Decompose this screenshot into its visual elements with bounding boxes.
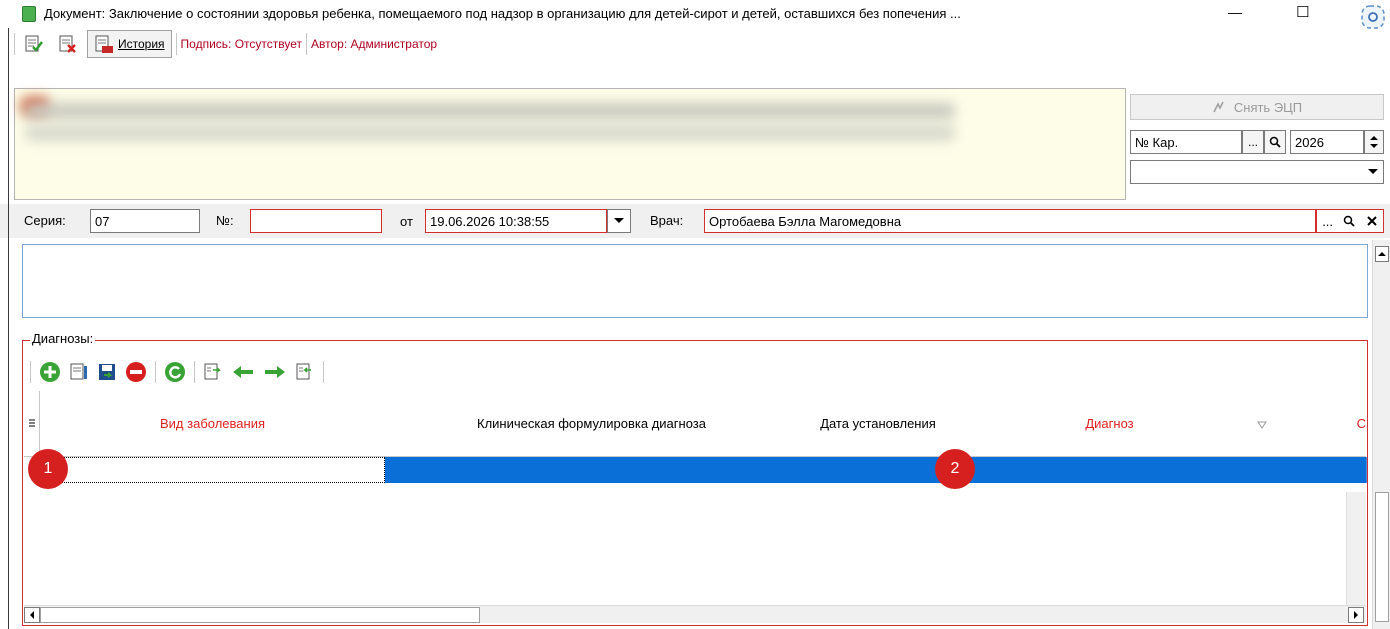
filter-dropdown[interactable] (1130, 160, 1384, 184)
diagnoses-toolbar (30, 356, 324, 388)
chevron-down-icon (614, 218, 624, 223)
history-button[interactable]: История (87, 30, 172, 58)
diagnosis-label: Диагноз (1085, 416, 1134, 431)
updown-icon (1370, 136, 1378, 148)
clear-icon[interactable] (1366, 215, 1378, 227)
column-header-disease-type[interactable]: Вид заболевания (40, 391, 386, 457)
card-number-placeholder: № Кар. (1135, 134, 1179, 150)
minimize-button[interactable]: — (1228, 4, 1242, 20)
chevron-down-icon (1368, 169, 1378, 174)
doctor-value: Ортобаева Бэлла Магомедовна (709, 213, 902, 229)
screen-capture-icon[interactable] (1358, 0, 1390, 36)
search-icon[interactable] (1343, 215, 1356, 227)
horizontal-scrollbar[interactable] (24, 605, 1366, 623)
scroll-thumb[interactable] (40, 607, 480, 623)
arrow-left-icon[interactable] (231, 362, 255, 382)
unsign-document-button[interactable] (53, 30, 83, 58)
window-title: Документ: Заключение о состоянии здоровь… (44, 6, 961, 21)
notes-textarea[interactable] (22, 244, 1368, 318)
marker-2: 2 (935, 449, 975, 489)
year-value: 2026 (1295, 134, 1324, 150)
save-icon[interactable] (97, 362, 117, 382)
series-input[interactable]: 07 (90, 209, 200, 233)
doctor-input[interactable]: Ортобаева Бэлла Магомедовна (704, 209, 1316, 233)
date-input[interactable]: 19.06.2026 10:38:55 (425, 209, 607, 233)
number-input[interactable] (250, 209, 382, 233)
dots-icon: ... (1247, 135, 1258, 149)
remove-signature-button[interactable]: Снять ЭЦП (1130, 94, 1384, 120)
card-number-field[interactable]: № Кар. (1130, 130, 1242, 154)
date-value: 19.06.2026 10:38:55 (430, 213, 550, 229)
add-icon[interactable] (39, 361, 61, 383)
table-row-cell-editing[interactable] (40, 457, 385, 483)
title-bar: Документ: Заключение о состоянии здоровь… (0, 0, 1390, 29)
date-from-label: от (400, 214, 413, 229)
table-row-cell[interactable] (1281, 457, 1367, 483)
chevron-up-icon (1378, 252, 1386, 256)
number-label: №: (216, 213, 234, 228)
card-browse-button[interactable]: ... (1242, 130, 1264, 154)
year-spinner[interactable]: 2026 (1290, 130, 1364, 154)
chevron-left-icon (30, 611, 34, 619)
table-row-cell[interactable] (938, 457, 1282, 483)
grid-menu-icon (28, 419, 35, 426)
window-border (8, 28, 9, 629)
row-indicator-header[interactable] (24, 391, 40, 457)
remove-signature-label: Снять ЭЦП (1233, 99, 1303, 115)
author-status: Автор: Администратор (311, 37, 438, 51)
marker-1: 1 (28, 449, 68, 489)
grid-vertical-scrollbar[interactable] (1346, 492, 1366, 605)
year-stepper[interactable] (1364, 130, 1384, 154)
doctor-label: Врач: (650, 213, 684, 228)
date-dropdown-button[interactable] (607, 209, 631, 233)
chevron-right-icon (1354, 611, 1358, 619)
diagnoses-label: Диагнозы: (30, 331, 96, 346)
column-header-diagnosis[interactable]: Диагноз (938, 391, 1282, 457)
document-fields-row: Серия: 07 №: от 19.06.2026 10:38:55 Врач… (0, 204, 1390, 238)
sign-doc-icon (25, 35, 43, 52)
unsign-doc-icon (59, 35, 76, 53)
refresh-icon[interactable] (164, 361, 186, 383)
scroll-right-button[interactable] (1348, 607, 1364, 623)
table-row-cell[interactable] (385, 457, 799, 483)
card-search-button[interactable] (1264, 130, 1286, 154)
maximize-button[interactable]: ☐ (1296, 3, 1309, 21)
remove-sign-icon (1213, 101, 1224, 113)
document-toolbar: История Подпись: Отсутствует Автор: Адми… (14, 30, 437, 58)
patient-info-panel (14, 88, 1126, 200)
columns-icon[interactable] (203, 362, 223, 382)
column-header-date-established[interactable]: Дата установления (798, 391, 959, 457)
series-label: Серия: (24, 213, 66, 228)
scroll-left-button[interactable] (24, 607, 40, 623)
edit-icon[interactable] (69, 362, 89, 382)
sign-document-button[interactable] (19, 30, 49, 58)
vertical-scrollbar[interactable] (1372, 240, 1390, 629)
doctor-actions: ... (1316, 209, 1384, 233)
scroll-thumb[interactable] (1375, 492, 1389, 622)
column-header-truncated[interactable]: С (1281, 391, 1366, 457)
columns-icon[interactable] (295, 362, 315, 382)
column-header-clinical-formulation[interactable]: Клиническая формулировка диагноза (385, 391, 799, 457)
document-icon (22, 6, 36, 22)
scroll-up-button[interactable] (1375, 246, 1389, 262)
log-icon (95, 35, 113, 53)
table-row-cell[interactable] (798, 457, 939, 483)
series-value: 07 (95, 213, 110, 229)
signature-status: Подпись: Отсутствует (180, 37, 303, 51)
doctor-browse-button[interactable]: ... (1322, 214, 1333, 229)
search-icon (1269, 136, 1281, 148)
sort-icon (1257, 421, 1267, 429)
history-label: История (118, 37, 165, 51)
delete-icon[interactable] (125, 361, 147, 383)
arrow-right-icon[interactable] (263, 362, 287, 382)
